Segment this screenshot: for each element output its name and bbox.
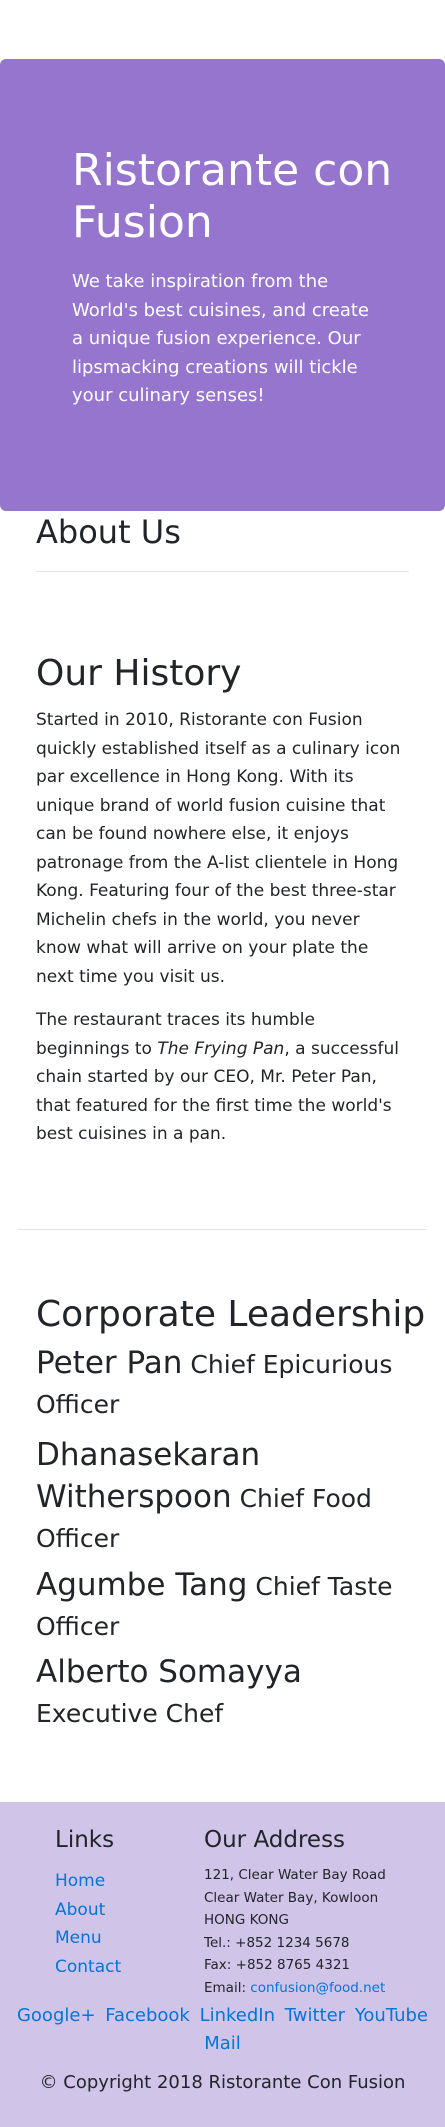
history-paragraph-2: The restaurant traces its humble beginni… [36,1006,408,1149]
restaurant-description: We take inspiration from the World's bes… [72,271,369,406]
frying-pan-name: The Frying Pan [157,1038,285,1059]
restaurant-title: Ristorante con Fusion [72,145,393,248]
about-heading: About Us [36,513,181,551]
social-mail-link[interactable]: Mail [204,2033,241,2054]
leader-name: Agumbe Tang [36,1567,248,1603]
jumbotron: Ristorante con Fusion We take inspiratio… [0,59,445,511]
leader-entry: Agumbe Tang Chief Taste Officer [36,1565,416,1647]
divider [18,1229,427,1230]
leader-name: Alberto Somayya [36,1654,302,1690]
social-facebook-link[interactable]: Facebook [105,2005,190,2026]
address-line: HONG KONG [204,1912,289,1928]
copyright: © Copyright 2018 Ristorante Con Fusion [39,2072,406,2093]
leader-entry: Peter Pan Chief Epicurious Officer [36,1343,416,1425]
footer-link-about[interactable]: About [55,1896,121,1925]
history-paragraph: Started in 2010, Ristorante con Fusion q… [36,710,401,987]
email-label: Email: [204,1979,251,1996]
social-links: Google+ Facebook LinkedIn Twitter YouTub… [0,2002,445,2058]
divider [36,571,409,572]
email-link[interactable]: confusion@food.net [250,1980,385,1996]
leader-name: Peter Pan [36,1345,183,1381]
social-youtube-link[interactable]: YouTube [355,2005,428,2026]
email-line: Email: confusion@food.net [204,1977,386,2000]
footer-link-menu[interactable]: Menu [55,1924,121,1953]
links-heading: Links [55,1827,115,1853]
address-line: 121, Clear Water Bay Road [204,1867,386,1883]
social-twitter-link[interactable]: Twitter [285,2005,345,2026]
footer-links: Home About Menu Contact [55,1867,121,1981]
social-linkedin-link[interactable]: LinkedIn [200,2005,275,2026]
footer-link-contact[interactable]: Contact [55,1953,121,1982]
address-heading: Our Address [204,1827,346,1853]
fax-line: Fax: +852 8765 4321 [204,1957,351,1973]
leader-name: Dhanasekaran Witherspoon [36,1437,261,1515]
phone-line: Tel.: +852 1234 5678 [204,1934,350,1951]
leader-entry: Alberto Somayya Executive Chef [36,1652,416,1734]
address-line: Clear Water Bay, Kowloon [204,1889,379,1906]
leader-title: Executive Chef [36,1699,224,1728]
leadership-heading: Corporate Leadership [36,1294,426,1335]
footer: Links Home About Menu Contact Our Addres… [0,1802,445,2127]
address-block: 121, Clear Water Bay Road Clear Water Ba… [204,1864,386,1999]
history-heading: Our History [36,653,242,694]
social-google-plus-link[interactable]: Google+ [17,2005,96,2026]
footer-link-home[interactable]: Home [55,1867,121,1896]
leader-entry: Dhanasekaran Witherspoon Chief Food Offi… [36,1435,416,1559]
